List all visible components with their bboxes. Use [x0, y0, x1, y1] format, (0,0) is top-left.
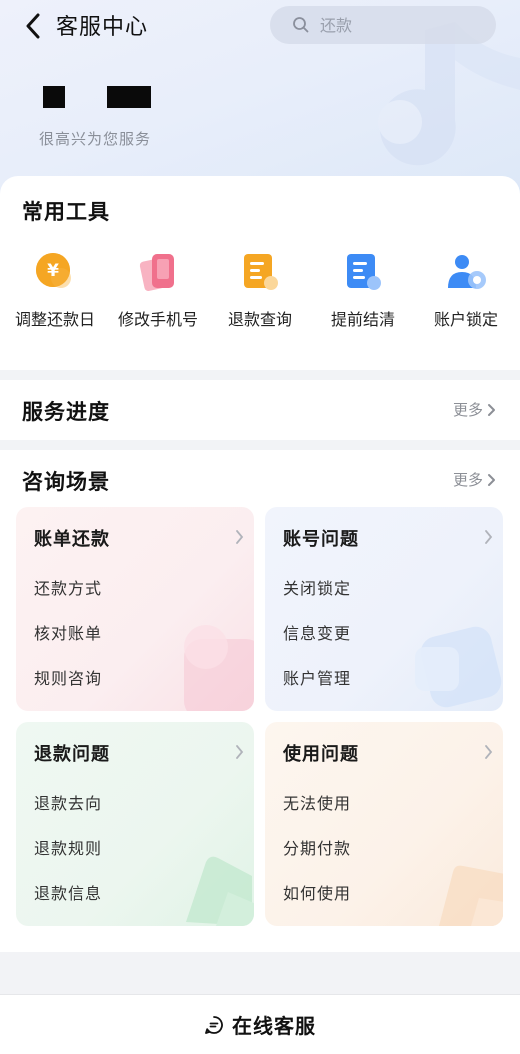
- tool-adjust-due-date[interactable]: ¥ 调整还款日: [5, 250, 105, 330]
- tile-link-refund-rules[interactable]: 退款规则: [34, 835, 102, 859]
- tile-title: 使用问题: [283, 744, 359, 765]
- tile-link-close-lock[interactable]: 关闭锁定: [283, 575, 351, 599]
- progress-more-link[interactable]: 更多: [453, 399, 496, 420]
- online-service-label: 在线客服: [232, 1014, 316, 1038]
- tool-refund-query[interactable]: 退款查询: [210, 250, 310, 330]
- tool-change-phone[interactable]: 修改手机号: [108, 250, 208, 330]
- chevron-right-icon: [236, 745, 244, 759]
- tile-account-issues[interactable]: 账号问题 关闭锁定 信息变更 账户管理: [265, 507, 503, 711]
- document-search-icon: [244, 254, 278, 290]
- decorative-shape: [184, 625, 254, 711]
- tile-link-account-manage[interactable]: 账户管理: [283, 665, 351, 689]
- tile-title: 账号问题: [283, 529, 359, 550]
- tile-link-rule-inquiry[interactable]: 规则咨询: [34, 665, 102, 689]
- chevron-right-icon: [488, 403, 495, 416]
- search-input[interactable]: [320, 15, 470, 35]
- tile-bill-repayment[interactable]: 账单还款 还款方式 核对账单 规则咨询: [16, 507, 254, 711]
- tile-usage-issues[interactable]: 使用问题 无法使用 分期付款 如何使用: [265, 722, 503, 926]
- tool-label: 调整还款日: [14, 310, 95, 329]
- chat-bubble-icon: [205, 1015, 223, 1034]
- decorative-shape: [186, 856, 254, 926]
- search-box[interactable]: [270, 6, 496, 44]
- tile-link-installment[interactable]: 分期付款: [283, 835, 351, 859]
- welcome-text: 很高兴为您服务: [39, 130, 152, 148]
- tile-link-check-bill[interactable]: 核对账单: [34, 620, 102, 644]
- tools-title: 常用工具: [22, 200, 110, 224]
- tool-label: 修改手机号: [117, 310, 198, 329]
- svg-text:¥: ¥: [47, 261, 59, 281]
- yen-coin-icon: ¥: [36, 253, 71, 288]
- user-name-redacted: [43, 86, 151, 108]
- tile-link-info-change[interactable]: 信息变更: [283, 620, 351, 644]
- tile-link-refund-info[interactable]: 退款信息: [34, 880, 102, 904]
- tile-refund-issues[interactable]: 退款问题 退款去向 退款规则 退款信息: [16, 722, 254, 926]
- tool-label: 账户锁定: [433, 310, 498, 329]
- header-banner: 客服中心 很高兴为您服务: [0, 0, 520, 200]
- online-service-button[interactable]: 在线客服: [0, 994, 520, 1054]
- decorative-shape: [415, 626, 502, 708]
- phone-icon: [139, 254, 174, 292]
- tool-early-settlement[interactable]: 提前结清: [313, 250, 413, 330]
- chevron-right-icon: [236, 530, 244, 544]
- tile-link-refund-destination[interactable]: 退款去向: [34, 790, 102, 814]
- decorative-shape: [439, 865, 503, 926]
- tool-account-lock[interactable]: 账户锁定: [416, 250, 516, 330]
- tile-title: 账单还款: [34, 529, 110, 550]
- back-button[interactable]: [18, 10, 48, 42]
- more-label: 更多: [452, 401, 483, 419]
- chevron-left-icon: [26, 13, 40, 39]
- tool-label: 退款查询: [227, 310, 292, 329]
- redaction-block: [43, 86, 65, 108]
- search-icon: [293, 17, 309, 33]
- consult-title: 咨询场景: [22, 470, 110, 494]
- tool-label: 提前结清: [330, 310, 395, 329]
- tile-title: 退款问题: [34, 744, 110, 765]
- chevron-right-icon: [485, 745, 493, 759]
- redaction-block: [107, 86, 151, 108]
- page-title: 客服中心: [56, 15, 149, 40]
- user-lock-icon: [448, 255, 486, 289]
- chevron-right-icon: [485, 530, 493, 544]
- top-bar: 客服中心: [0, 0, 520, 52]
- progress-title: 服务进度: [22, 400, 110, 424]
- more-label: 更多: [452, 471, 483, 489]
- tile-link-how-to-use[interactable]: 如何使用: [283, 880, 351, 904]
- tile-link-cannot-use[interactable]: 无法使用: [283, 790, 351, 814]
- document-check-icon: [347, 254, 381, 290]
- consult-more-link[interactable]: 更多: [453, 469, 496, 490]
- tile-link-repay-method[interactable]: 还款方式: [34, 575, 102, 599]
- chevron-right-icon: [488, 473, 495, 486]
